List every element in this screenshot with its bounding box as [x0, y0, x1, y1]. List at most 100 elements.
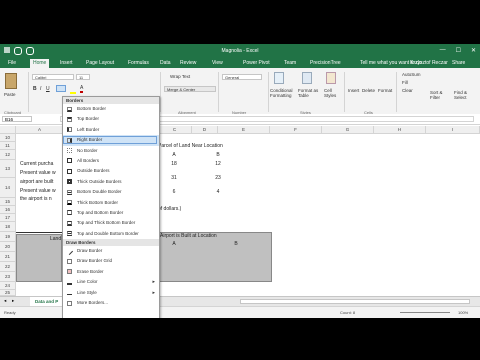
close-icon[interactable]: ✕: [471, 47, 476, 54]
row-header[interactable]: 22: [0, 262, 16, 272]
zoom-level[interactable]: 100%: [458, 310, 468, 315]
zoom-slider[interactable]: [400, 312, 450, 313]
airport-header-b[interactable]: B: [226, 241, 246, 247]
menu-item-top-double-bottom-border[interactable]: Top and Double Bottom Border: [63, 229, 159, 239]
account-name[interactable]: Krzysztof Reczar: [410, 60, 448, 66]
find-select-button[interactable]: Find & Select: [454, 90, 476, 100]
row-header[interactable]: 18: [0, 222, 16, 232]
conditional-formatting-button[interactable]: Conditional Formatting: [270, 88, 296, 98]
airport-header-a[interactable]: A: [164, 241, 184, 247]
sort-filter-button[interactable]: Sort & Filter: [430, 90, 450, 100]
menu-item-left-border[interactable]: Left Border: [63, 125, 159, 135]
row-header[interactable]: 16: [0, 206, 16, 214]
menu-item-bottom-border[interactable]: Bottom Border: [63, 104, 159, 114]
menu-item-more-borders[interactable]: More Borders...: [63, 298, 159, 308]
menu-item-erase-border[interactable]: Erase Border: [63, 267, 159, 277]
fill-color-icon[interactable]: [70, 86, 76, 94]
label-cell[interactable]: Present value w: [20, 188, 56, 194]
tab-insert[interactable]: Insert: [60, 60, 73, 66]
column-header[interactable]: H: [374, 126, 426, 134]
paste-icon[interactable]: [5, 73, 17, 89]
merge-center-button[interactable]: Merge & Center: [164, 86, 216, 92]
value-cell[interactable]: 18: [164, 161, 184, 167]
sheet-nav-right-icon[interactable]: ▸: [12, 298, 14, 304]
value-cell[interactable]: 12: [208, 161, 228, 167]
tab-view[interactable]: View: [212, 60, 223, 66]
menu-item-bottom-double-border[interactable]: Bottom Double Border: [63, 187, 159, 197]
clear-button[interactable]: Clear: [402, 88, 413, 93]
tab-team[interactable]: Team: [284, 60, 296, 66]
menu-item-line-color[interactable]: Line Color ▸: [63, 277, 159, 287]
name-box[interactable]: B16: [2, 116, 32, 122]
border-dropdown-button[interactable]: [56, 85, 66, 92]
menu-item-top-thick-bottom-border[interactable]: Top and Thick Bottom Border: [63, 218, 159, 228]
bold-button[interactable]: B: [33, 86, 37, 92]
column-header[interactable]: C: [158, 126, 192, 134]
menu-item-all-borders[interactable]: All Borders: [63, 156, 159, 166]
row-header[interactable]: 13: [0, 160, 16, 178]
column-header[interactable]: E: [218, 126, 270, 134]
wrap-text-button[interactable]: Wrap Text: [170, 74, 190, 79]
number-format-select[interactable]: General: [222, 74, 262, 80]
label-cell[interactable]: Present value w: [20, 170, 56, 176]
row-header[interactable]: 23: [0, 272, 16, 282]
cell-styles-button[interactable]: Cell Styles: [324, 88, 342, 98]
format-cells-button[interactable]: Format: [378, 88, 392, 93]
select-all-corner[interactable]: [0, 126, 16, 134]
delete-cells-button[interactable]: Delete: [362, 88, 375, 93]
value-cell[interactable]: 23: [208, 175, 228, 181]
menu-item-thick-outside-borders[interactable]: Thick Outside Borders: [63, 177, 159, 187]
cell-styles-icon[interactable]: [326, 72, 336, 84]
row-header[interactable]: 10: [0, 134, 16, 142]
font-color-icon[interactable]: A: [80, 86, 84, 93]
paste-button[interactable]: Paste: [4, 92, 16, 97]
font-size-select[interactable]: 11: [76, 74, 90, 80]
conditional-formatting-icon[interactable]: [274, 72, 284, 84]
sheet-nav-left-icon[interactable]: ◂: [4, 298, 6, 304]
share-button[interactable]: Share: [452, 60, 465, 66]
format-as-table-button[interactable]: Format as Table: [298, 88, 322, 98]
parcel-title-cell[interactable]: Parcel of Land Near Location: [158, 143, 223, 149]
italic-button[interactable]: I: [40, 86, 41, 92]
menu-item-draw-border-grid[interactable]: Draw Border Grid: [63, 256, 159, 266]
row-header[interactable]: 11: [0, 142, 16, 150]
column-header[interactable]: D: [192, 126, 218, 134]
menu-item-draw-border[interactable]: Draw Border: [63, 246, 159, 256]
tab-power-pivot[interactable]: Power Pivot: [243, 60, 270, 66]
menu-item-top-border[interactable]: Top Border: [63, 114, 159, 124]
tab-file[interactable]: File: [8, 60, 16, 66]
minimize-icon[interactable]: —: [440, 47, 446, 54]
label-cell[interactable]: the airport is n: [20, 196, 52, 202]
value-cell[interactable]: 31: [164, 175, 184, 181]
horizontal-scrollbar[interactable]: [240, 299, 470, 304]
insert-cells-button[interactable]: Insert: [348, 88, 359, 93]
autosum-button[interactable]: AutoSum: [402, 72, 421, 77]
row-header[interactable]: 17: [0, 214, 16, 222]
note-cell[interactable]: of dollars.): [158, 206, 181, 212]
row-header[interactable]: 20: [0, 242, 16, 252]
menu-item-line-style[interactable]: Line Style ▸: [63, 288, 159, 298]
tab-data[interactable]: Data: [160, 60, 171, 66]
menu-item-no-border[interactable]: No Border: [63, 146, 159, 156]
row-header[interactable]: 14: [0, 178, 16, 198]
column-header[interactable]: F: [270, 126, 322, 134]
tab-page-layout[interactable]: Page Layout: [86, 60, 114, 66]
row-header[interactable]: 24: [0, 282, 16, 290]
menu-item-outside-borders[interactable]: Outside Borders: [63, 166, 159, 176]
row-header[interactable]: 19: [0, 232, 16, 242]
tab-formulas[interactable]: Formulas: [128, 60, 149, 66]
label-cell[interactable]: Current purcha: [20, 161, 53, 167]
airport-block[interactable]: [158, 232, 272, 282]
tab-precisiontree[interactable]: PrecisionTree: [310, 60, 341, 66]
value-cell[interactable]: 4: [208, 189, 228, 195]
menu-item-thick-bottom-border[interactable]: Thick Bottom Border: [63, 198, 159, 208]
row-header[interactable]: 21: [0, 252, 16, 262]
maximize-icon[interactable]: ☐: [456, 47, 461, 54]
row-header[interactable]: 15: [0, 198, 16, 206]
row-header[interactable]: 12: [0, 150, 16, 160]
tab-review[interactable]: Review: [180, 60, 196, 66]
label-cell[interactable]: airport are built: [20, 179, 53, 185]
menu-item-right-border[interactable]: Right Border: [63, 135, 159, 146]
column-header[interactable]: A: [16, 126, 64, 134]
underline-button[interactable]: U: [46, 86, 50, 92]
